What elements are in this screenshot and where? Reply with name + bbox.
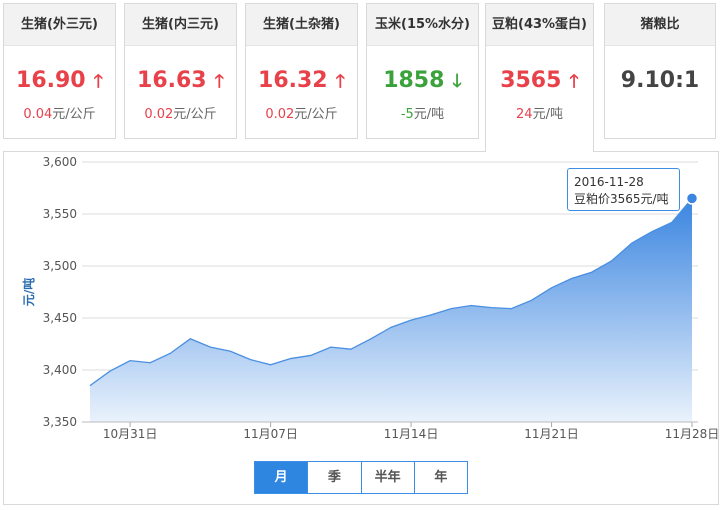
arrow-up-icon: 🡑 xyxy=(569,71,579,92)
chart-tooltip: 2016-11-28 豆粕价3565元/吨 xyxy=(567,168,680,211)
y-tick-label: 3,600 xyxy=(43,155,77,169)
y-tick-label: 3,350 xyxy=(43,415,77,429)
tab-month[interactable]: 月 xyxy=(255,462,308,493)
x-tick-label: 11月28日 xyxy=(665,427,720,441)
x-tick-label: 10月31日 xyxy=(103,427,158,441)
y-tick-label: 3,550 xyxy=(43,207,77,221)
price-chart: 3,350 3,400 3,450 3,500 3,550 3,600 10月31日 11月0… xyxy=(21,155,720,441)
change-unit: 元/吨 xyxy=(532,107,563,122)
price-card-soymeal[interactable]: 豆粕(43%蛋白) 3565 🡑 24元/吨 xyxy=(485,3,594,152)
range-tabs: 月 季 半年 年 xyxy=(254,461,468,494)
card-title: 豆粕(43%蛋白) xyxy=(486,4,593,46)
change-value: 24 xyxy=(516,107,533,122)
card-price: 3565 🡑 xyxy=(486,68,593,95)
y-axis-label: 元/吨 xyxy=(21,278,36,306)
tab-year[interactable]: 年 xyxy=(413,462,467,493)
x-tick-label: 11月07日 xyxy=(243,427,298,441)
data-point-last xyxy=(685,192,699,205)
y-tick-label: 3,500 xyxy=(43,259,77,273)
tooltip-text: 豆粕价3565元/吨 xyxy=(574,192,669,206)
y-tick-label: 3,400 xyxy=(43,363,77,377)
card-change: 24元/吨 xyxy=(486,103,593,122)
price-value: 3565 xyxy=(500,68,562,93)
y-tick-label: 3,450 xyxy=(43,311,77,325)
tooltip-date: 2016-11-28 xyxy=(574,175,644,189)
series-area xyxy=(90,198,692,422)
tab-half-year[interactable]: 半年 xyxy=(360,462,414,493)
tab-quarter[interactable]: 季 xyxy=(307,462,360,493)
x-tick-label: 11月21日 xyxy=(524,427,579,441)
x-tick-label: 11月14日 xyxy=(384,427,439,441)
